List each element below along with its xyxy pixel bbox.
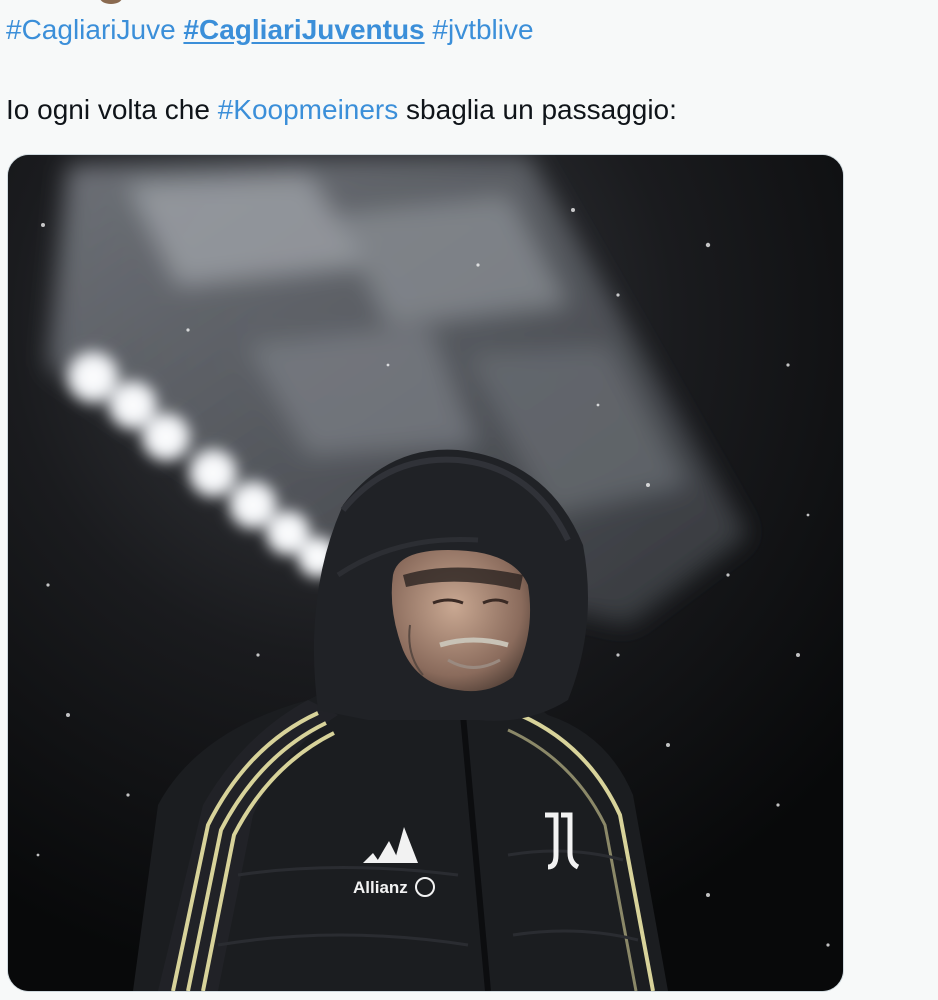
- tweet-text: Io ogni volta che #Koopmeiners sbaglia u…: [6, 92, 677, 128]
- tweet-photo[interactable]: Allianz: [7, 154, 844, 992]
- tweet-text-prefix: Io ogni volta che: [6, 94, 218, 125]
- hashtag-cagliarijuventus[interactable]: #CagliariJuventus: [183, 14, 424, 45]
- allianz-logo-text: Allianz: [353, 878, 408, 897]
- tweet-text-suffix: sbaglia un passaggio:: [398, 94, 677, 125]
- hashtag-koopmeiners[interactable]: #Koopmeiners: [218, 94, 399, 125]
- hashtag-jvtblive[interactable]: #jvtblive: [432, 14, 533, 45]
- hashtag-line: #CagliariJuve #CagliariJuventus #jvtbliv…: [6, 12, 534, 48]
- photo-scene: Allianz: [8, 155, 843, 991]
- hashtag-cagliarijuve[interactable]: #CagliariJuve: [6, 14, 176, 45]
- avatar[interactable]: [100, 0, 122, 4]
